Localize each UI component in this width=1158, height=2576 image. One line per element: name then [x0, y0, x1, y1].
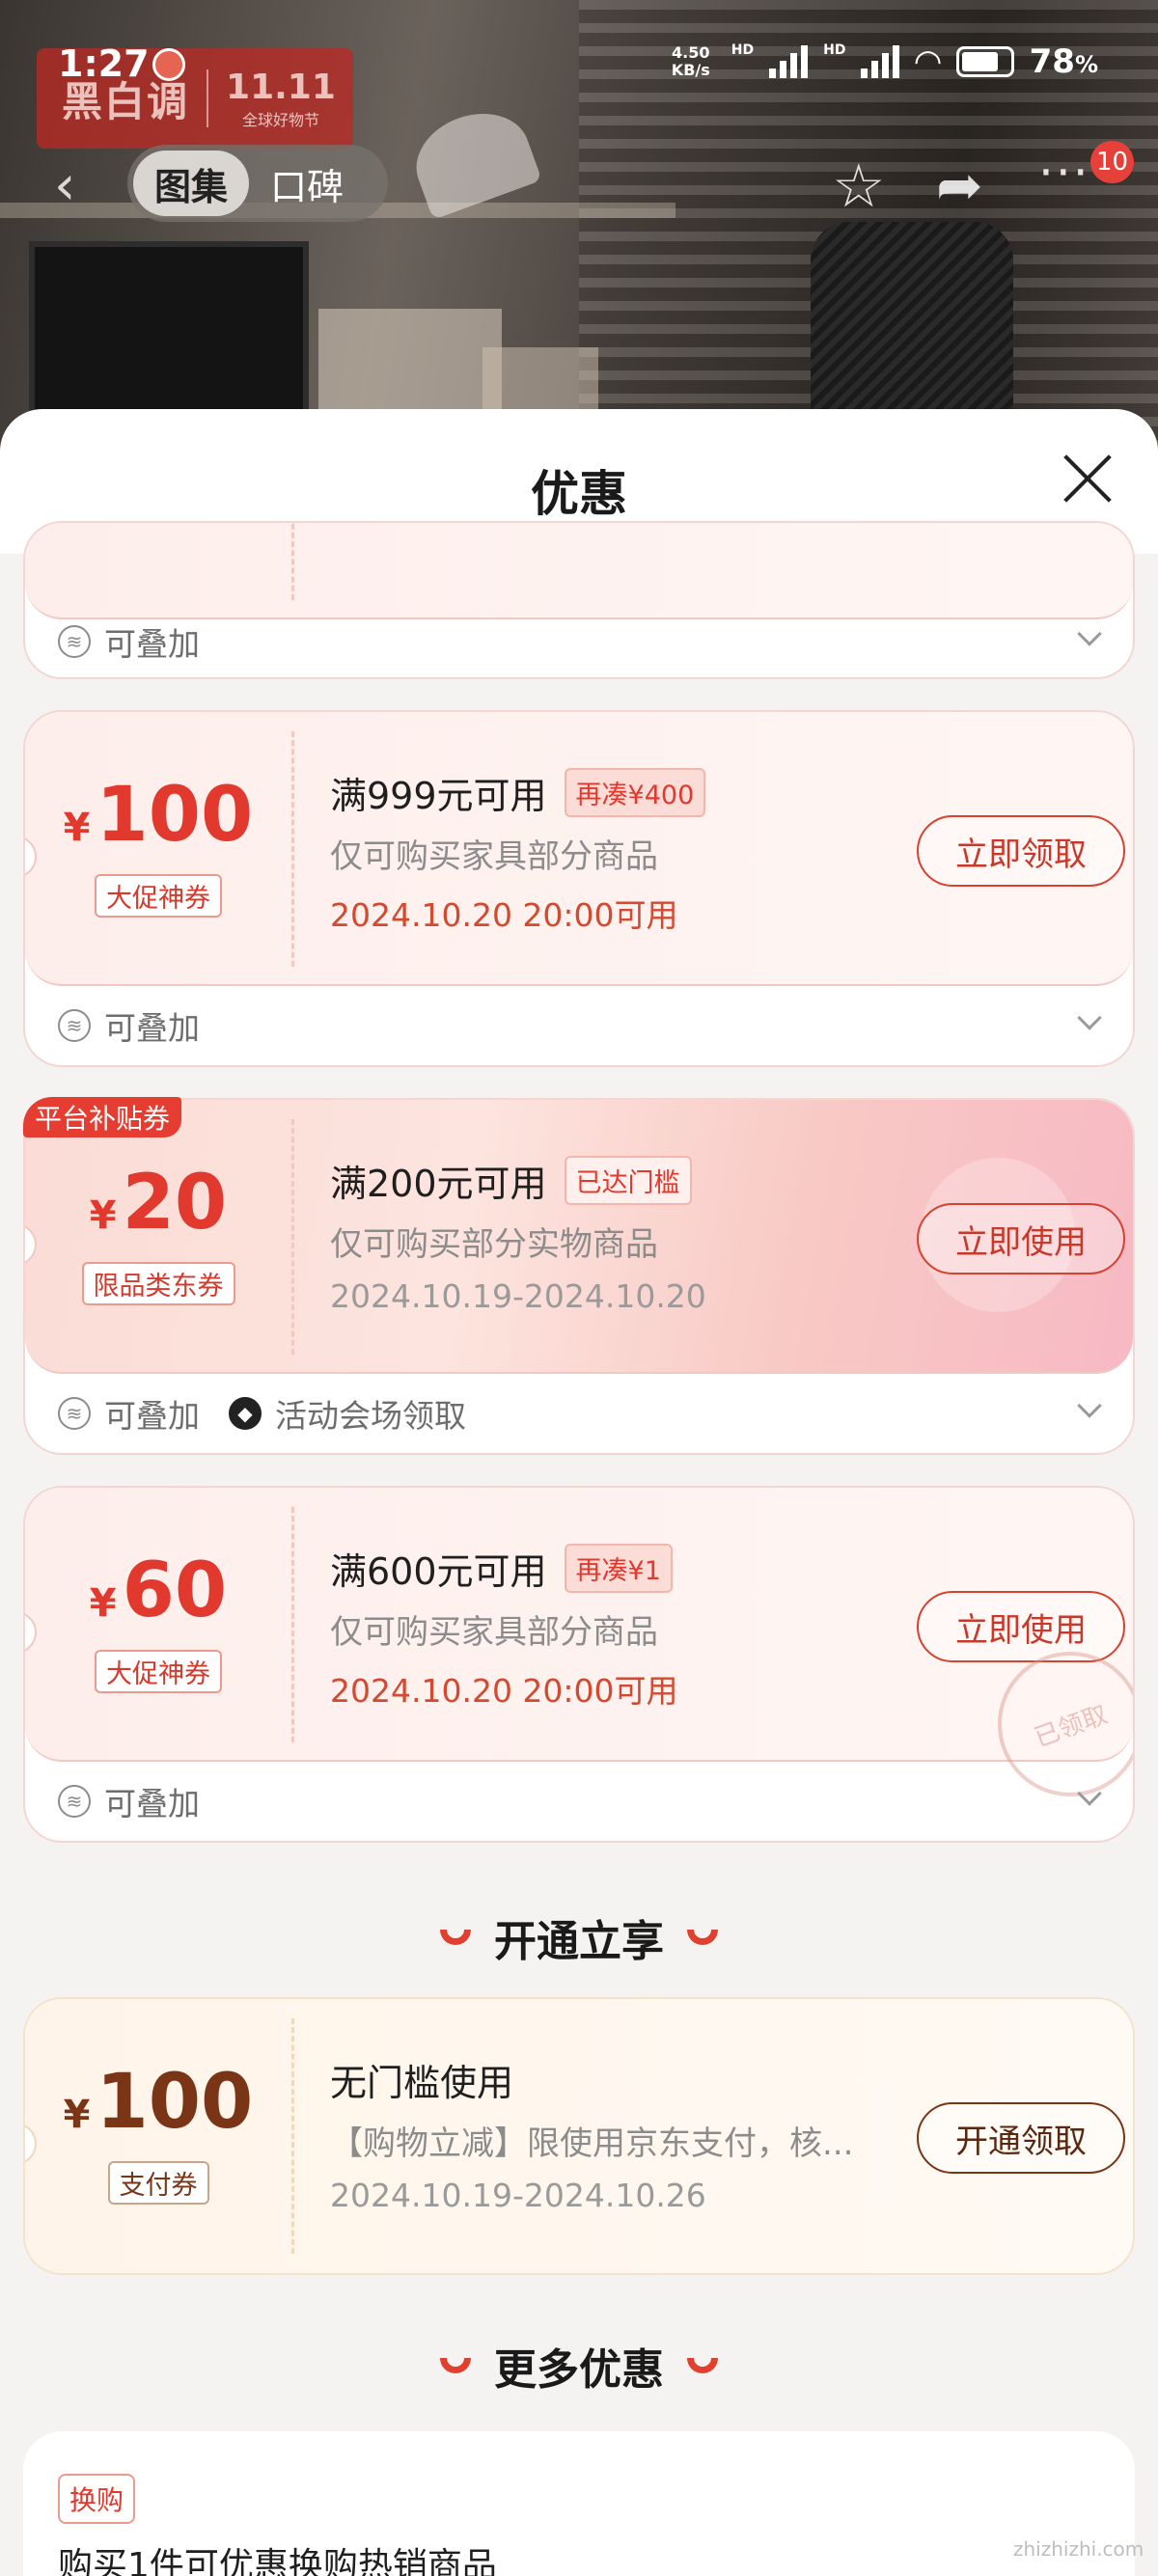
stack-icon: ≋: [58, 1397, 91, 1430]
smile-icon: [440, 2358, 471, 2373]
stackable-label: 可叠加: [104, 625, 200, 663]
stackable-item: ≋ 可叠加: [58, 1002, 200, 1049]
notification-dot-icon: [152, 48, 185, 81]
use-button[interactable]: 立即使用: [917, 1203, 1125, 1274]
coupon-card: ¥100 大促神券 满999元可用 再凑¥400 仅可购买家具部分商品 2024…: [23, 710, 1135, 1067]
coupon-card: ¥20 限品类东券 满200元可用 已达门槛 仅可购买部分实物商品 2024.1…: [23, 1098, 1135, 1455]
stackable-item: ≋ 可叠加: [58, 1778, 200, 1824]
stackable-label: 可叠加: [104, 1397, 200, 1435]
swap-tag: 换购: [58, 2474, 136, 2524]
tab-reviews[interactable]: 口碑: [249, 151, 365, 216]
coupon-divider: [291, 523, 294, 600]
coupon-description: 仅可购买家具部分商品: [330, 837, 658, 876]
coupon-type-tag: 大促神券: [25, 874, 291, 918]
coupon-type-tag: 限品类东券: [25, 1262, 291, 1305]
status-icons: 4.50 KB/s HD HD ◠ 78%: [666, 42, 1098, 81]
coupon-type-tag: 大促神券: [25, 1650, 291, 1693]
back-icon[interactable]: ‹: [54, 154, 75, 217]
coupon-date: 2024.10.19-2024.10.26: [330, 2177, 706, 2214]
more-offer-card[interactable]: 换购 购买1件可优惠换购热销商品: [23, 2431, 1135, 2576]
network-speed: 4.50 KB/s: [671, 43, 710, 79]
wifi-icon: ◠: [915, 42, 941, 81]
smile-icon: [687, 1930, 718, 1945]
coupon-amount: ¥100: [63, 2059, 254, 2146]
threshold-pill: 已达门槛: [564, 1156, 692, 1205]
stack-icon: ≋: [58, 1785, 91, 1818]
stackable-item: ≋ 可叠加: [58, 1390, 200, 1437]
signal-icon: [769, 45, 809, 78]
coupon-amount: ¥60: [89, 1548, 228, 1634]
venue-label: 活动会场领取: [275, 1397, 466, 1435]
chevron-down-icon[interactable]: [1077, 1781, 1102, 1806]
coupon-type-tag: 支付券: [25, 2161, 291, 2205]
product-nav-bar: ‹ 图集 口碑 ☆ ➦ ··· 10: [0, 141, 1158, 222]
claim-button[interactable]: 立即领取: [917, 815, 1125, 887]
threshold-pill: 再凑¥1: [564, 1544, 673, 1593]
venue-icon: ◆: [229, 1397, 262, 1430]
coupon-amount: ¥100: [63, 772, 254, 859]
threshold-pill: 再凑¥400: [564, 768, 706, 817]
hd-label: HD: [823, 42, 846, 58]
coupon-date: 2024.10.19-2024.10.20: [330, 1277, 706, 1315]
close-icon[interactable]: [1060, 452, 1114, 506]
coupon-card-partial: ≋ 可叠加: [23, 521, 1135, 679]
platform-subsidy-tag: 平台补贴券: [23, 1097, 182, 1137]
coupon-footer[interactable]: ≋ 可叠加: [25, 986, 1133, 1065]
stack-icon: ≋: [58, 1009, 91, 1042]
coupon-date: 2024.10.20 20:00可用: [330, 896, 678, 934]
more-offer-text: 购买1件可优惠换购热销商品: [58, 2546, 497, 2576]
pay-coupon-card: ¥100 支付券 无门槛使用 【购物立减】限使用京东支付，核... 2024.1…: [23, 1997, 1135, 2275]
chevron-down-icon[interactable]: [1077, 621, 1102, 646]
coupon-description: 【购物立减】限使用京东支付，核...: [330, 2124, 854, 2163]
coupon-amount: ¥20: [89, 1160, 228, 1247]
watermark: zhizhizhi.com: [1013, 2537, 1144, 2561]
coupon-title: 满200元可用 已达门槛: [330, 1154, 692, 1207]
smile-icon: [687, 2358, 718, 2373]
coupon-title: 满999元可用 再凑¥400: [330, 766, 706, 819]
coupon-description: 仅可购买部分实物商品: [330, 1225, 658, 1264]
chevron-down-icon[interactable]: [1077, 1005, 1102, 1030]
signal-icon: [861, 45, 900, 78]
coupon-divider: [291, 1507, 294, 1742]
smile-icon: [440, 1930, 471, 1945]
more-icon[interactable]: ···: [1038, 145, 1090, 201]
coupon-footer[interactable]: ≋ 可叠加 ◆ 活动会场领取: [25, 1374, 1133, 1453]
coupon-divider: [291, 731, 294, 967]
stack-icon: ≋: [58, 625, 91, 658]
battery-icon: [955, 46, 1014, 77]
gallery-tabs: 图集 口碑: [127, 145, 388, 222]
stackable-item: ≋ 可叠加: [58, 618, 200, 665]
coupon-divider: [291, 1119, 294, 1355]
battery-level: 78%: [1029, 42, 1098, 81]
share-icon[interactable]: ➦: [936, 152, 983, 218]
hd-label: HD: [731, 42, 755, 58]
stackable-label: 可叠加: [104, 1009, 200, 1047]
tab-gallery[interactable]: 图集: [133, 151, 250, 216]
coupon-title: 无门槛使用: [330, 2062, 514, 2104]
section-heading-open: 开通立享: [0, 1906, 1158, 1968]
coupon-card: ¥60 大促神券 满600元可用 再凑¥1 仅可购买家具部分商品 2024.10…: [23, 1486, 1135, 1843]
activate-claim-button[interactable]: 开通领取: [917, 2102, 1125, 2174]
status-bar: 1:27 4.50 KB/s HD HD ◠ 78%: [0, 0, 1158, 135]
star-icon[interactable]: ☆: [832, 151, 886, 221]
message-count-badge: 10: [1090, 141, 1135, 183]
sheet-title: 优惠: [531, 466, 627, 522]
coupon-description: 仅可购买家具部分商品: [330, 1613, 658, 1652]
coupon-title: 满600元可用 再凑¥1: [330, 1542, 673, 1595]
coupon-footer[interactable]: ≋ 可叠加: [25, 1762, 1133, 1841]
section-heading-more: 更多优惠: [0, 2335, 1158, 2397]
use-button[interactable]: 立即使用: [917, 1591, 1125, 1662]
venue-item: ◆ 活动会场领取: [229, 1390, 466, 1437]
coupon-date: 2024.10.20 20:00可用: [330, 1672, 678, 1710]
clock: 1:27: [58, 42, 150, 85]
coupon-footer[interactable]: ≋ 可叠加: [25, 602, 1133, 677]
chevron-down-icon[interactable]: [1077, 1393, 1102, 1418]
stackable-label: 可叠加: [104, 1785, 200, 1822]
coupon-divider: [291, 2018, 294, 2254]
